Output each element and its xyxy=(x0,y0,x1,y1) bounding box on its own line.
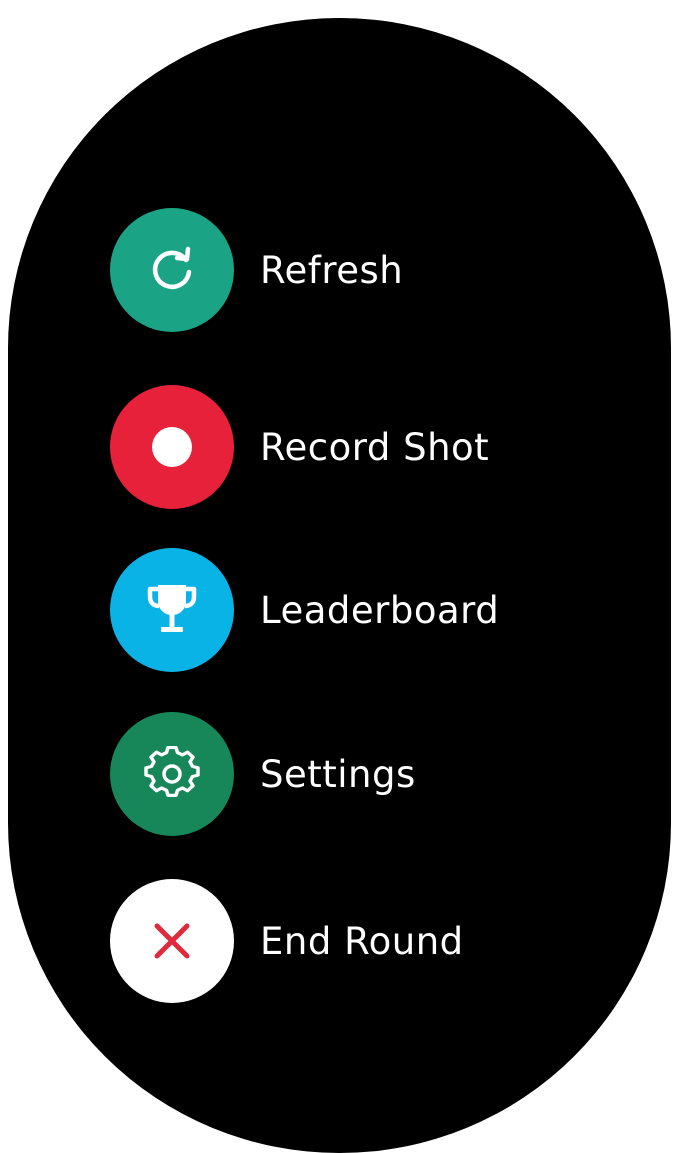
menu-item-end-round[interactable]: End Round xyxy=(110,879,630,1003)
menu-item-label: Settings xyxy=(260,752,416,796)
menu-item-refresh[interactable]: Refresh xyxy=(110,208,630,332)
settings-button-circle[interactable] xyxy=(110,712,234,836)
gear-icon xyxy=(144,746,200,802)
end-round-button-circle[interactable] xyxy=(110,879,234,1003)
trophy-icon xyxy=(141,579,203,641)
refresh-button-circle[interactable] xyxy=(110,208,234,332)
menu-item-label: End Round xyxy=(260,919,464,963)
menu-item-label: Record Shot xyxy=(260,425,490,469)
leaderboard-button-circle[interactable] xyxy=(110,548,234,672)
menu-item-settings[interactable]: Settings xyxy=(110,712,630,836)
menu-item-label: Leaderboard xyxy=(260,588,500,632)
menu-item-label: Refresh xyxy=(260,248,404,292)
record-dot-icon xyxy=(149,424,195,470)
menu-item-record-shot[interactable]: Record Shot xyxy=(110,385,630,509)
refresh-icon xyxy=(144,242,200,298)
close-icon xyxy=(152,921,192,961)
menu-item-leaderboard[interactable]: Leaderboard xyxy=(110,548,630,672)
watch-screen: Refresh Record Shot Leaderboard Settings… xyxy=(8,18,671,1153)
record-shot-button-circle[interactable] xyxy=(110,385,234,509)
